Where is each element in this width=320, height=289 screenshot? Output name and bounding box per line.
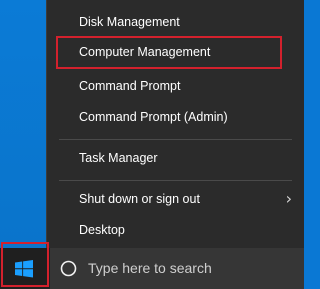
menu-item-desktop[interactable]: Desktop xyxy=(47,216,304,244)
menu-item-shut-down-or-sign-out[interactable]: Shut down or sign out › xyxy=(47,185,304,213)
taskbar: Type here to search xyxy=(0,242,304,289)
menu-item-label: Task Manager xyxy=(79,151,158,165)
power-user-menu: Disk Management Computer Management Comm… xyxy=(46,0,304,248)
computer-management-highlight xyxy=(56,36,282,69)
menu-divider xyxy=(59,180,292,181)
menu-item-label: Shut down or sign out xyxy=(79,192,200,206)
menu-item-label: Command Prompt xyxy=(79,79,181,93)
menu-item-disk-management[interactable]: Disk Management xyxy=(47,8,304,36)
menu-item-label: Desktop xyxy=(79,223,125,237)
search-box[interactable]: Type here to search xyxy=(50,248,304,289)
menu-item-label: Command Prompt (Admin) xyxy=(79,110,228,124)
chevron-right-icon: › xyxy=(285,189,292,208)
menu-item-task-manager[interactable]: Task Manager xyxy=(47,144,304,172)
menu-item-command-prompt[interactable]: Command Prompt xyxy=(47,72,304,100)
search-icon xyxy=(60,260,77,277)
start-button-highlight xyxy=(1,242,49,287)
menu-item-label: Disk Management xyxy=(79,15,180,29)
menu-divider xyxy=(59,139,292,140)
search-placeholder: Type here to search xyxy=(88,260,212,276)
menu-item-command-prompt-admin[interactable]: Command Prompt (Admin) xyxy=(47,103,304,131)
